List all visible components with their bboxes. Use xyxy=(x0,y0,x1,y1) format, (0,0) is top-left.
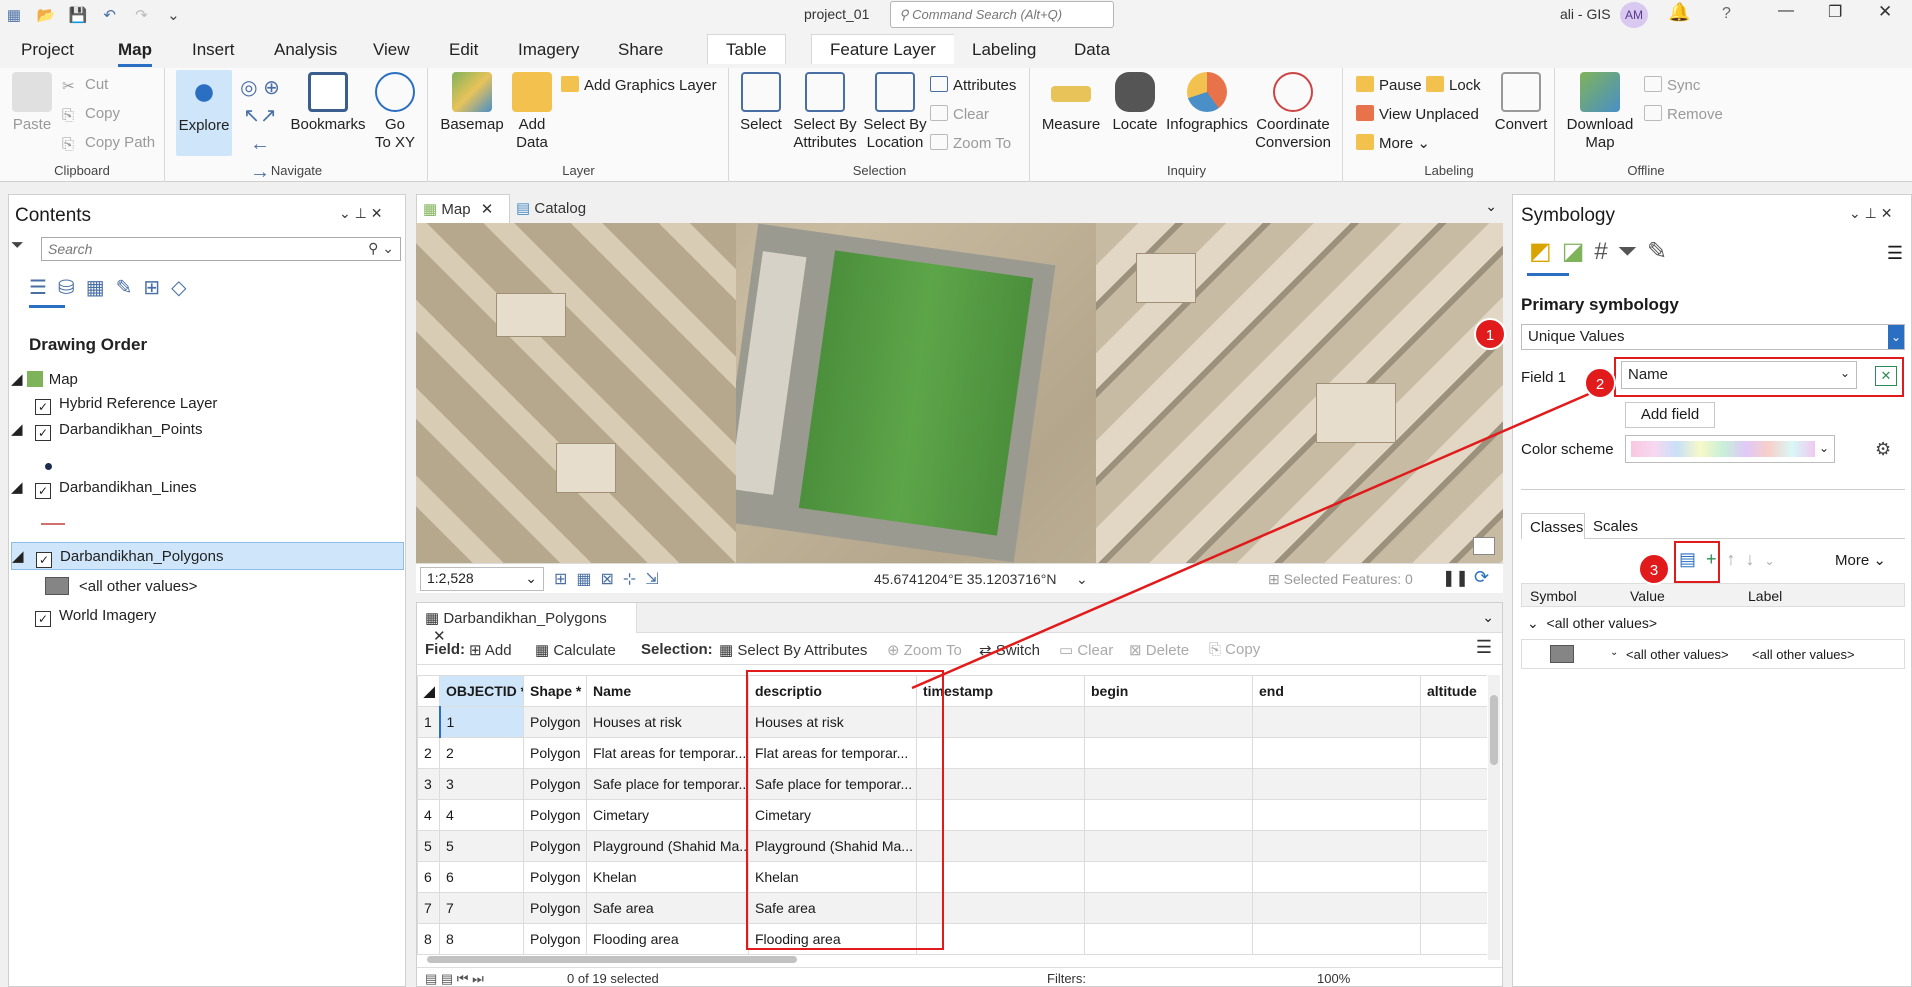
annotation-badge-1: 1 xyxy=(1474,318,1506,350)
annotation-badge-3: 3 xyxy=(1638,553,1670,585)
annotation-arrow xyxy=(911,388,1599,690)
arrow-line xyxy=(911,388,1599,690)
annotation-badge-2: 2 xyxy=(1584,367,1616,399)
